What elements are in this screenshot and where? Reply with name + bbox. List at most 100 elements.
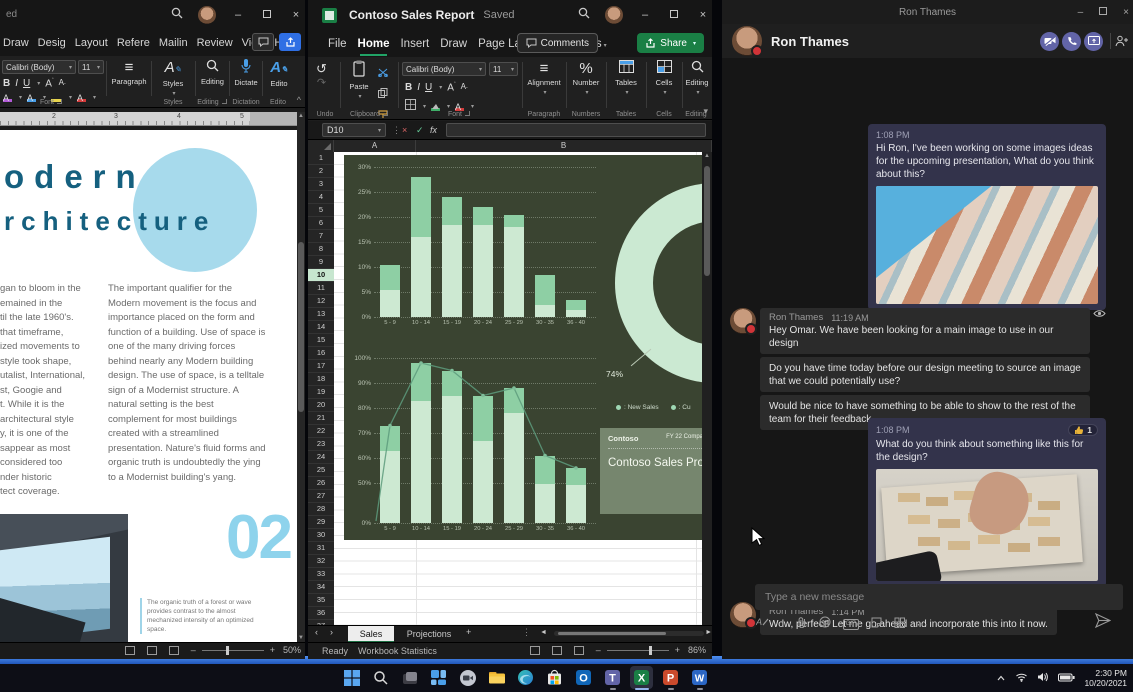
word-menu-refere[interactable]: Refere [117,37,150,49]
zoom-level[interactable]: 86% [688,645,706,655]
redo-icon[interactable]: ↷ [317,78,326,88]
contact-avatar[interactable] [732,26,762,56]
row-header-11[interactable]: 11 [308,282,334,295]
tray-chevron-icon[interactable] [996,669,1006,687]
row-header-3[interactable]: 3 [308,178,334,191]
taskbar-word-icon[interactable]: W [688,666,711,689]
shrink-font-button[interactable]: Aˇ [461,82,468,94]
excel-hscrollbar[interactable] [554,631,704,636]
sheet-tab-projections[interactable]: Projections [398,626,460,643]
zoom-slider[interactable] [202,650,264,651]
message-input[interactable] [755,584,1123,610]
row-header-20[interactable]: 20 [308,399,334,412]
teams-titlebar[interactable]: Ron Thames – × [722,0,1133,24]
zoom-level[interactable]: 50% [283,645,301,655]
word-document-page[interactable]: odern rchitecture gan to bloom in the em… [0,130,297,642]
prev-sheet-icon[interactable]: ‹ [315,627,318,637]
taskbar-excel-icon[interactable]: X [630,666,653,689]
row-header-22[interactable]: 22 [308,425,334,438]
row-header-31[interactable]: 31 [308,542,334,555]
bold-button[interactable]: B [3,78,10,89]
editing-button[interactable]: Editing▾ [684,60,710,98]
close-button[interactable]: × [696,9,710,21]
font-name-select[interactable]: Calibri (Body)▾ [402,62,486,76]
taskbar-start-icon[interactable] [340,666,363,689]
row-header-30[interactable]: 30 [308,529,334,542]
font-color-icon[interactable]: A [455,102,464,111]
taskbar-chat-icon[interactable] [456,666,479,689]
font-dialog-launcher[interactable] [57,99,62,104]
battery-icon[interactable] [1058,669,1075,687]
format-icon[interactable]: A [756,615,769,633]
word-menu-mailin[interactable]: Mailin [159,37,188,49]
grow-font-button[interactable]: Aˆ [45,78,53,89]
excel-sheet[interactable]: A B 123456789101112131415161718192021222… [308,140,712,625]
row-header-2[interactable]: 2 [308,165,334,178]
hscroll-left-icon[interactable]: ◄ [540,629,547,636]
close-button[interactable]: × [1123,7,1129,18]
audio-call-button[interactable] [1062,32,1081,51]
taskbar-powerpoint-icon[interactable]: P [659,666,682,689]
taskbar-store-icon[interactable] [543,666,566,689]
print-layout-icon[interactable] [147,646,157,655]
copy-icon[interactable] [378,85,388,103]
row-header-16[interactable]: 16 [308,347,334,360]
screen-share-button[interactable] [1084,32,1103,51]
row-header-32[interactable]: 32 [308,555,334,568]
paste-button[interactable]: Paste▾ [344,60,374,102]
font-size-select[interactable]: 11▾ [489,62,518,76]
font-size-select[interactable]: 11▾ [78,60,104,74]
send-message-icon[interactable] [1095,613,1111,633]
row-header-27[interactable]: 27 [308,490,334,503]
normal-view-icon[interactable] [530,646,540,655]
maximize-button[interactable] [260,9,274,21]
video-call-button[interactable] [1040,32,1059,51]
row-header-6[interactable]: 6 [308,217,334,230]
close-button[interactable]: × [289,9,303,21]
clipboard-dialog-launcher[interactable] [383,111,388,116]
number-format-button[interactable]: %Number▾ [568,60,604,98]
cut-icon[interactable] [378,64,388,82]
font-name-select[interactable]: Calibri (Body)▾ [2,60,76,74]
search-icon[interactable] [578,6,590,24]
column-header-a[interactable]: A [334,140,416,152]
collapse-ribbon-icon[interactable]: ^ [297,95,301,105]
read-mode-icon[interactable] [125,646,135,655]
taskbar-teams-icon[interactable]: T [601,666,624,689]
wifi-icon[interactable] [1015,669,1028,687]
row-header-9[interactable]: 9 [308,256,334,269]
row-header-7[interactable]: 7 [308,230,334,243]
workbook-statistics-button[interactable]: Workbook Statistics [358,646,437,656]
row-header-29[interactable]: 29 [308,516,334,529]
row-header-13[interactable]: 13 [308,308,334,321]
row-header-36[interactable]: 36 [308,607,334,620]
share-button[interactable]: Share▾ [637,33,704,53]
alignment-button[interactable]: ≡Alignment▾ [524,60,564,98]
formula-input[interactable] [446,123,706,137]
name-box[interactable]: D10▾ [322,123,386,137]
apps-icon[interactable] [894,615,905,633]
comments-button[interactable] [252,33,274,51]
row-header-10[interactable]: 10 [308,269,334,282]
row-header-33[interactable]: 33 [308,568,334,581]
row-header-5[interactable]: 5 [308,204,334,217]
account-avatar[interactable] [198,6,216,24]
taskbar-taskview-icon[interactable] [398,666,421,689]
emoji-icon[interactable] [819,615,831,633]
word-menu-draw[interactable]: Draw [3,37,29,49]
row-header-14[interactable]: 14 [308,321,334,334]
select-all-corner[interactable] [308,140,334,152]
maximize-button[interactable] [667,9,681,21]
web-layout-icon[interactable] [169,646,179,655]
zoom-slider[interactable] [607,650,669,651]
dictate-button[interactable]: Dictate [231,59,261,87]
cells-button[interactable]: Cells▾ [648,60,680,98]
sticker-icon[interactable] [871,615,882,633]
cancel-formula-icon[interactable]: × [402,125,407,135]
add-people-icon[interactable] [1115,34,1129,52]
word-titlebar[interactable]: ed – × [0,0,305,30]
excel-titlebar[interactable]: Contoso Sales Report Saved – × [308,0,712,30]
row-header-25[interactable]: 25 [308,464,334,477]
excel-menu-home[interactable]: Home [358,38,390,50]
row-header-4[interactable]: 4 [308,191,334,204]
